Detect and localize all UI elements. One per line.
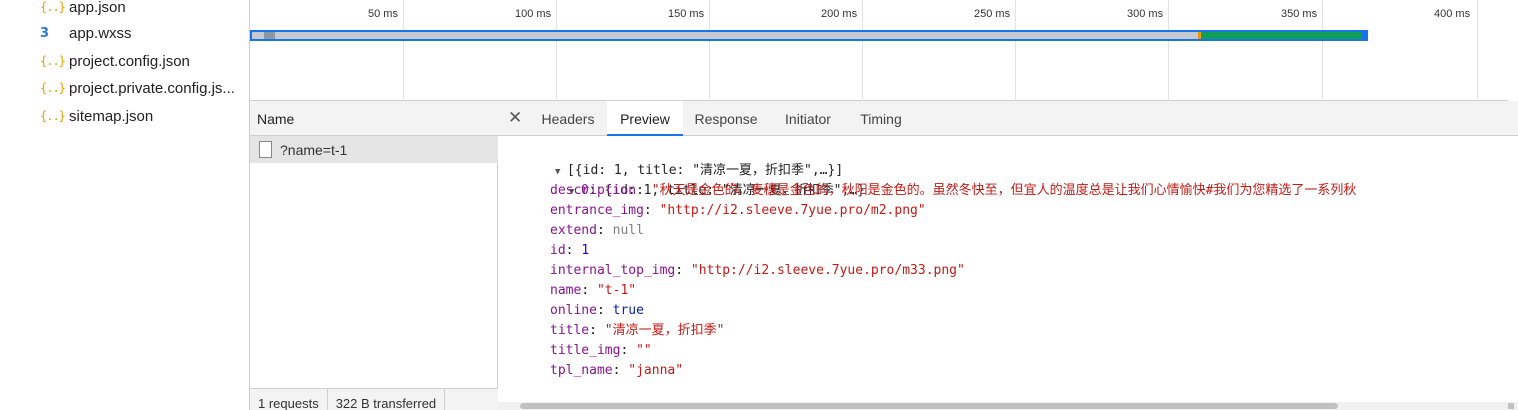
json-field-tpl-name[interactable]: tpl_name: "janna" [550, 361, 683, 381]
json-key: title [550, 323, 590, 338]
grid-line [1322, 0, 1323, 101]
grid-line [556, 0, 557, 101]
requests-count: 1 requests [250, 389, 328, 410]
file-item-project-private-config[interactable]: {..} project.private.config.js... [40, 77, 235, 99]
json-field-online[interactable]: online: true [550, 301, 644, 321]
request-name: ?name=t-1 [280, 141, 348, 158]
overview-scroll-edge [1508, 0, 1518, 101]
request-list: Name ?name=t-1 1 requests 322 B transfer… [249, 101, 498, 410]
file-tree: {..} app.json 3 app.wxss {..} project.co… [0, 0, 249, 410]
json-key: id [550, 243, 566, 258]
json-key: tpl_name [550, 363, 613, 378]
waiting-segment [252, 32, 1198, 39]
json-value: "http://i2.sleeve.7yue.pro/m33.png" [690, 263, 965, 278]
json-value: "清凉一夏，折扣季" [604, 323, 725, 338]
tab-headers[interactable]: Headers [532, 101, 604, 136]
json-field-title[interactable]: title: "清凉一夏，折扣季" [550, 321, 724, 341]
network-overview[interactable]: 50 ms 100 ms 150 ms 200 ms 250 ms 300 ms… [249, 0, 1518, 101]
json-value: true [612, 303, 644, 318]
json-key: name [550, 283, 582, 298]
json-field-internal-top-img[interactable]: internal_top_img: "http://i2.sleeve.7yue… [550, 261, 965, 281]
time-tick: 250 ms [974, 8, 1011, 20]
time-tick: 350 ms [1281, 8, 1318, 20]
file-item-app-json[interactable]: {..} app.json [40, 0, 126, 18]
json-file-icon: {..} [40, 0, 66, 14]
file-item-sitemap[interactable]: {..} sitemap.json [40, 105, 153, 127]
json-value: null [612, 223, 644, 238]
grid-line [1477, 0, 1478, 101]
file-item-app-wxss[interactable]: 3 app.wxss [40, 22, 132, 44]
details-panel: ✕ Headers Preview Response Initiator Tim… [498, 101, 1518, 410]
json-key: internal_top_img [550, 263, 676, 278]
transferred-size: 322 B transferred [328, 389, 446, 410]
file-label: sitemap.json [69, 107, 154, 125]
json-value: "janna" [628, 363, 684, 378]
json-field-extend[interactable]: extend: null [550, 221, 644, 241]
grid-line [1168, 0, 1169, 101]
json-item-line[interactable]: ▼ 0: {id: 1, title: "清凉一夏，折扣季",…} [522, 161, 865, 198]
request-row[interactable]: ?name=t-1 [250, 136, 498, 163]
file-label: app.wxss [69, 24, 132, 42]
json-field-description[interactable]: description: "秋天是金色的。麦穗是金色的，秋阳是金色的。虽然冬快至… [550, 181, 1356, 201]
time-tick: 50 ms [368, 8, 398, 20]
json-key: title_img [550, 343, 621, 358]
grid-line [862, 0, 863, 101]
json-field-name[interactable]: name: "t-1" [550, 281, 636, 301]
tab-initiator[interactable]: Initiator [774, 101, 842, 136]
tab-response[interactable]: Response [686, 101, 766, 136]
json-value: "http://i2.sleeve.7yue.pro/m2.png" [659, 203, 926, 218]
json-field-id[interactable]: id: 1 [550, 241, 589, 261]
file-label: project.private.config.js... [69, 79, 235, 97]
json-key: entrance_img [550, 203, 644, 218]
time-tick: 150 ms [668, 8, 705, 20]
name-column-header[interactable]: Name [250, 101, 498, 136]
css-file-icon: 3 [40, 25, 49, 41]
document-icon [259, 141, 272, 158]
json-field-title-img[interactable]: title_img: "" [550, 341, 652, 361]
scrollbar-thumb[interactable] [520, 403, 1338, 409]
json-value: "" [636, 343, 652, 358]
grid-line [403, 0, 404, 101]
json-file-icon: {..} [40, 109, 66, 123]
tab-timing[interactable]: Timing [850, 101, 912, 136]
grid-line [709, 0, 710, 101]
queue-segment [264, 32, 275, 39]
time-tick: 200 ms [821, 8, 858, 20]
file-item-project-config[interactable]: {..} project.config.json [40, 50, 190, 72]
json-value: "t-1" [596, 283, 637, 298]
json-key: description [550, 183, 637, 198]
file-label: project.config.json [69, 52, 190, 70]
file-label: app.json [69, 0, 126, 16]
time-tick: 300 ms [1127, 8, 1164, 20]
json-root-line[interactable]: ▼ [{id: 1, title: "清凉一夏，折扣季",…}] [508, 141, 843, 178]
request-timing-bar[interactable] [250, 30, 1368, 41]
time-tick: 100 ms [515, 8, 552, 20]
json-value: 1 [581, 243, 590, 258]
json-file-icon: {..} [40, 54, 66, 68]
download-segment [1201, 32, 1362, 39]
grid-line [1015, 0, 1016, 101]
horizontal-scrollbar[interactable] [498, 402, 1518, 410]
scrollbar-end [1508, 403, 1514, 409]
close-icon[interactable]: ✕ [508, 101, 522, 136]
details-tab-bar: ✕ Headers Preview Response Initiator Tim… [498, 101, 1518, 136]
json-value: "秋天是金色的。麦穗是金色的，秋阳是金色的。虽然冬快至，但宜人的温度总是让我们心… [651, 183, 1357, 198]
json-file-icon: {..} [40, 81, 66, 95]
json-preview: ▼ [{id: 1, title: "清凉一夏，折扣季",…}] ▼ 0: {id:… [498, 136, 1518, 402]
json-key: online [550, 303, 597, 318]
status-bar: 1 requests 322 B transferred [250, 388, 498, 410]
time-tick: 400 ms [1434, 8, 1471, 20]
json-field-entrance-img[interactable]: entrance_img: "http://i2.sleeve.7yue.pro… [550, 201, 926, 221]
tab-preview[interactable]: Preview [607, 101, 683, 136]
json-key: extend [550, 223, 597, 238]
